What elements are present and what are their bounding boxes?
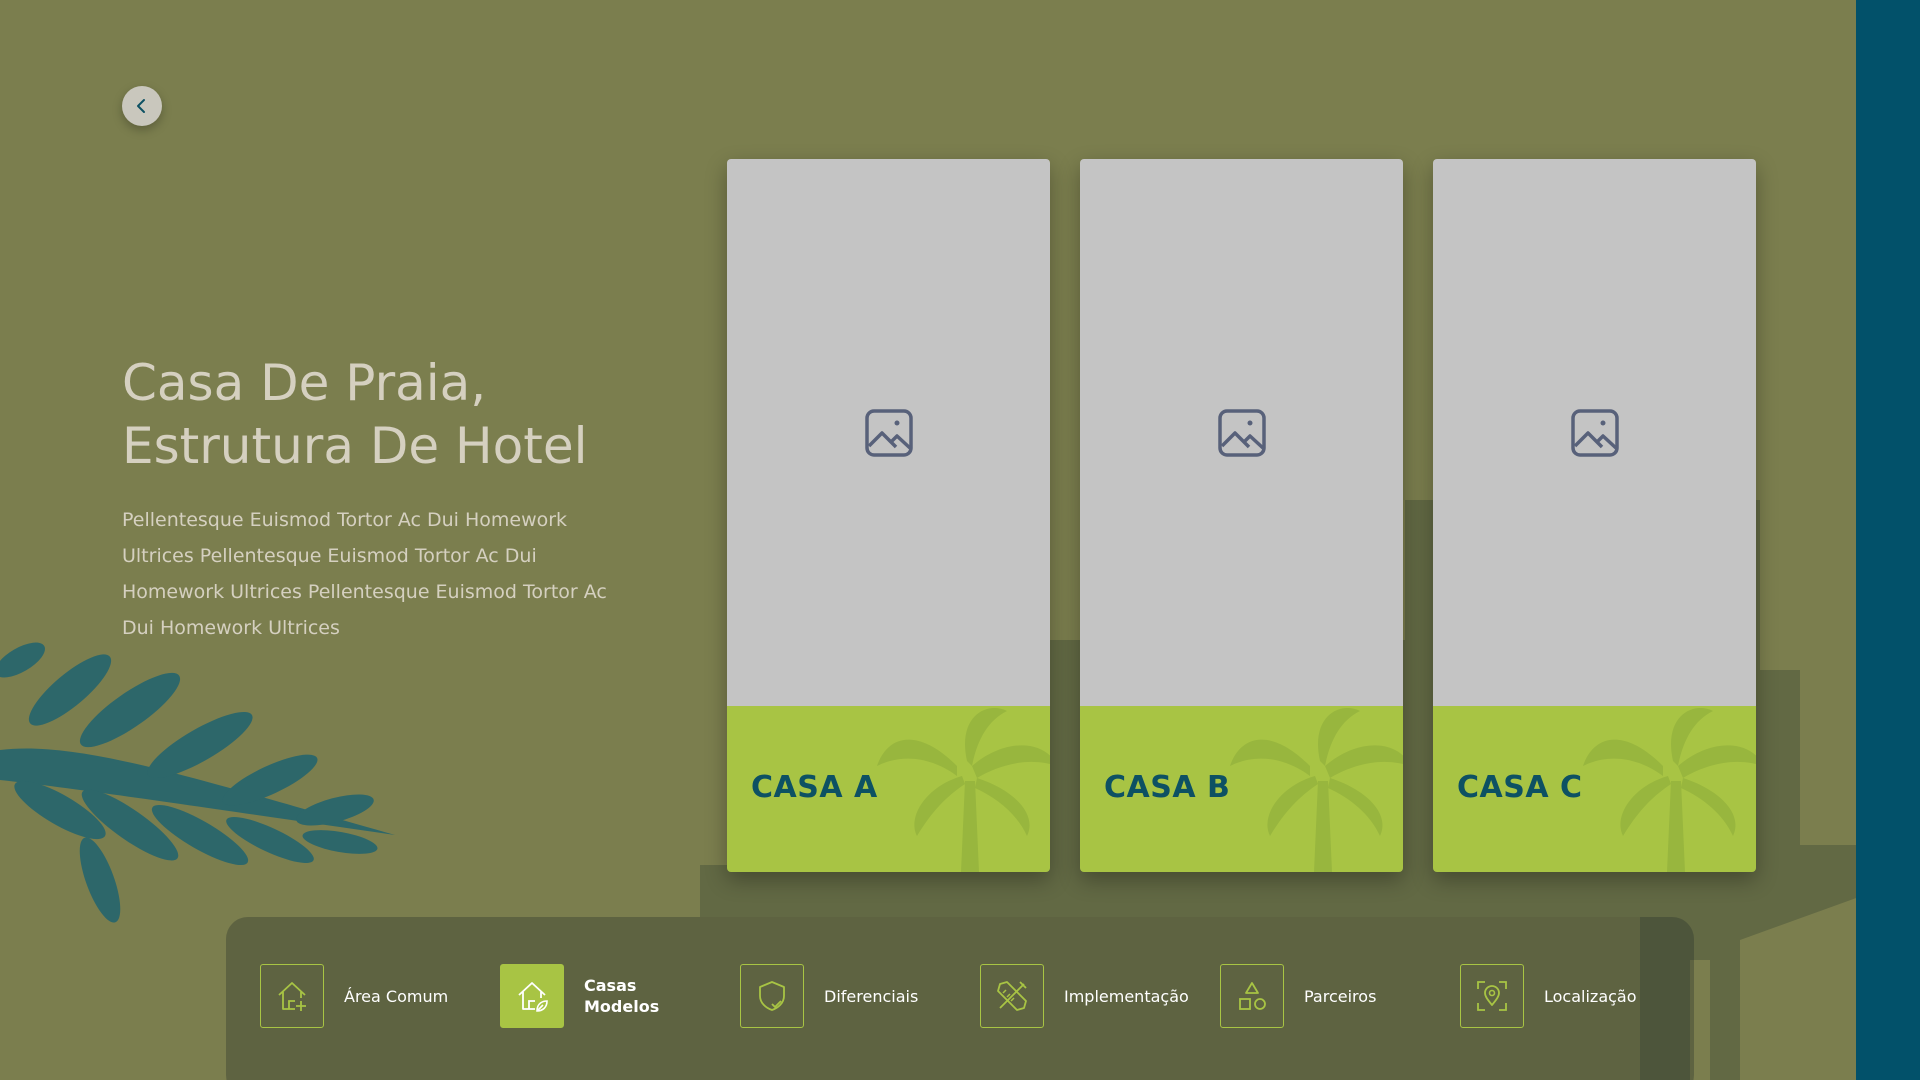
nav-icon-box bbox=[980, 964, 1044, 1028]
nav-item-diferenciais[interactable]: Diferenciais bbox=[740, 964, 918, 1028]
shapes-icon bbox=[1239, 982, 1266, 1010]
nav-label: Casas Modelos bbox=[584, 975, 659, 1017]
nav-label: Implementação bbox=[1064, 986, 1189, 1006]
nav-label-line-2: Modelos bbox=[584, 997, 660, 1016]
nav-icon-box bbox=[1460, 964, 1524, 1028]
house-plus-icon bbox=[278, 982, 306, 1011]
palm-tree-decoration bbox=[877, 708, 1050, 872]
card-footer: CASA B bbox=[1080, 706, 1403, 872]
card-label: CASA B bbox=[1104, 770, 1231, 805]
nav-item-localizacao[interactable]: Localização bbox=[1460, 964, 1637, 1028]
nav-item-parceiros[interactable]: Parceiros bbox=[1220, 964, 1376, 1028]
nav-icon-box bbox=[1220, 964, 1284, 1028]
nav-item-implementacao[interactable]: Implementação bbox=[980, 964, 1189, 1028]
page-description: Pellentesque Euismod Tortor Ac Dui Homew… bbox=[122, 509, 607, 639]
leaf-decoration bbox=[0, 642, 395, 923]
card-label: CASA C bbox=[1457, 770, 1583, 805]
nav-icon-box bbox=[500, 964, 564, 1028]
nav-label-line-1: Casas bbox=[584, 976, 637, 995]
location-pin-icon bbox=[1477, 981, 1507, 1011]
image-placeholder-icon bbox=[864, 408, 913, 457]
card-image-placeholder bbox=[727, 159, 1050, 706]
house-leaf-icon bbox=[518, 982, 548, 1012]
page-title-line-1: Casa De Praia, bbox=[122, 354, 487, 412]
card-footer: CASA A bbox=[727, 706, 1050, 872]
palm-tree-decoration bbox=[1583, 708, 1756, 872]
card-casa-a[interactable]: CASA A bbox=[727, 159, 1050, 872]
shield-check-icon bbox=[759, 981, 785, 1011]
tools-icon bbox=[997, 981, 1027, 1011]
card-casa-b[interactable]: CASA B bbox=[1080, 159, 1403, 872]
nav-item-area-comum[interactable]: Área Comum bbox=[260, 964, 448, 1028]
chevron-left-icon bbox=[137, 99, 145, 113]
card-casa-c[interactable]: CASA C bbox=[1433, 159, 1756, 872]
nav-label: Parceiros bbox=[1304, 986, 1377, 1006]
right-edge-panel bbox=[1856, 0, 1920, 1080]
nav-label: Diferenciais bbox=[824, 986, 919, 1006]
page-title-line-2: Estrutura De Hotel bbox=[122, 417, 588, 475]
nav-icon-box bbox=[260, 964, 324, 1028]
page-title: Casa De Praia, Estrutura De Hotel bbox=[122, 352, 682, 478]
nav-label: Área Comum bbox=[344, 986, 449, 1006]
card-image-placeholder bbox=[1433, 159, 1756, 706]
back-button[interactable] bbox=[122, 86, 162, 126]
nav-label: Localização bbox=[1544, 986, 1637, 1006]
image-placeholder-icon bbox=[1570, 408, 1619, 457]
nav-item-casas-modelos[interactable]: Casas Modelos bbox=[500, 964, 659, 1028]
palm-tree-decoration bbox=[1230, 708, 1403, 872]
card-footer: CASA C bbox=[1433, 706, 1756, 872]
image-placeholder-icon bbox=[1217, 408, 1266, 457]
card-image-placeholder bbox=[1080, 159, 1403, 706]
card-label: CASA A bbox=[751, 770, 878, 805]
nav-icon-box bbox=[740, 964, 804, 1028]
